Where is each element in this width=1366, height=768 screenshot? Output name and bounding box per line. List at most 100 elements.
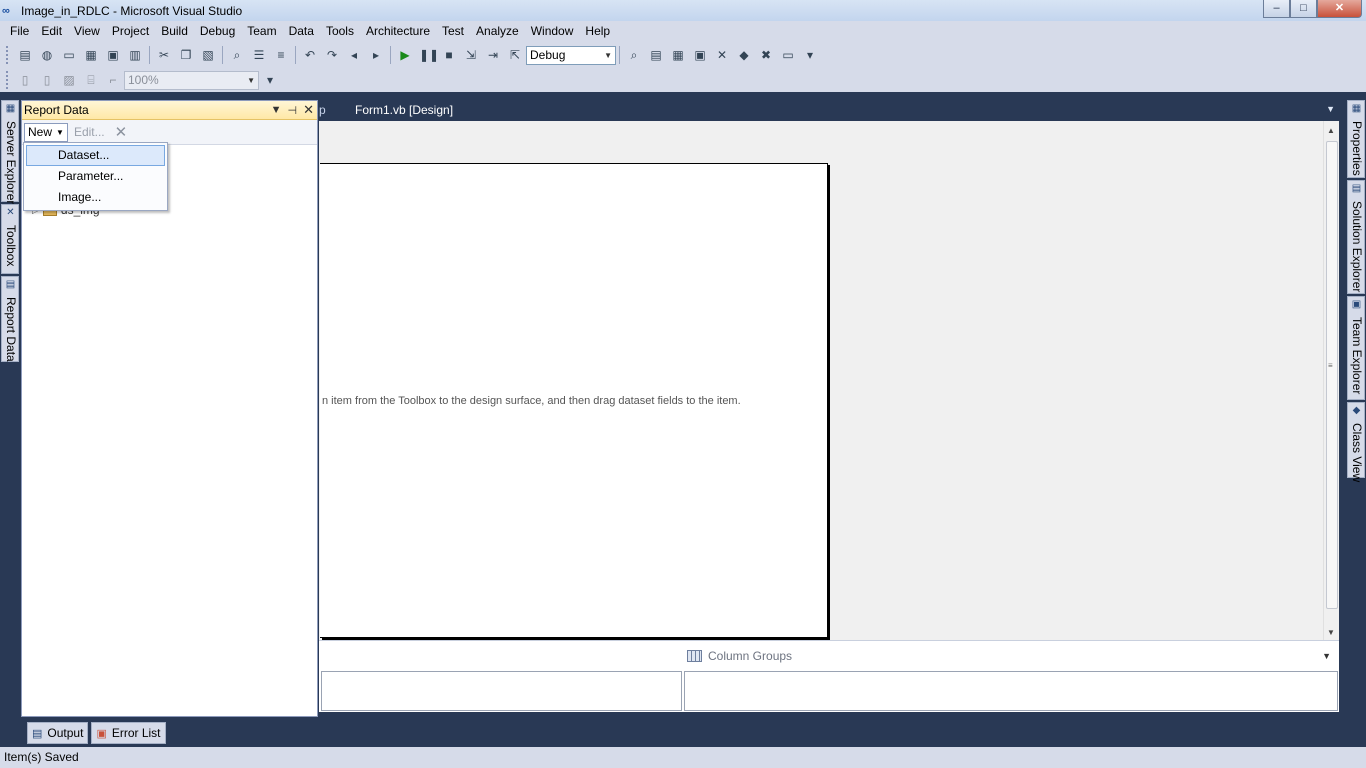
grouping-icon[interactable]: ⌸ xyxy=(83,72,99,88)
menu-test[interactable]: Test xyxy=(436,21,470,42)
menu-tools[interactable]: Tools xyxy=(320,21,360,42)
start-page-icon[interactable]: ▭ xyxy=(780,47,796,63)
grouping-pane: Column Groups ▼ xyxy=(319,640,1339,712)
tab-class-view[interactable]: ◆ Class View xyxy=(1347,402,1365,482)
menu-item-image[interactable]: Image... xyxy=(26,187,165,208)
tab-report-data[interactable]: ▤ Report Data xyxy=(1,276,19,362)
step-into-icon[interactable]: ⇲ xyxy=(463,47,479,63)
close-button[interactable]: ✕ xyxy=(1317,0,1362,18)
open-file-icon[interactable]: ▭ xyxy=(61,47,77,63)
grouping-options-icon[interactable]: ▼ xyxy=(1322,651,1331,661)
tab-output[interactable]: ▤ Output xyxy=(27,722,89,744)
pause-icon[interactable]: ❚❚ xyxy=(419,47,439,63)
document-tab-strip: p Form1.vb [Design] ▼ xyxy=(319,100,1345,121)
menu-window[interactable]: Window xyxy=(525,21,580,42)
tab-properties[interactable]: ▦ Properties xyxy=(1347,100,1365,178)
add-item-icon[interactable]: ▦ xyxy=(83,47,99,63)
undo-icon[interactable]: ↶ xyxy=(302,47,318,63)
toolbar-separator xyxy=(390,46,391,64)
vertical-scrollbar[interactable]: ▲ ≡ ▼ xyxy=(1323,121,1339,640)
class-view-icon[interactable]: ◆ xyxy=(736,47,752,63)
report-data-panel-header: Report Data ▼ ⊣ ✕ xyxy=(22,101,317,120)
row-groups-box[interactable] xyxy=(321,671,682,711)
solution-explorer-icon[interactable]: ▤ xyxy=(648,47,664,63)
step-over-icon[interactable]: ⇥ xyxy=(485,47,501,63)
menu-team[interactable]: Team xyxy=(241,21,282,42)
save-icon[interactable]: ▣ xyxy=(105,47,121,63)
menu-analyze[interactable]: Analyze xyxy=(470,21,525,42)
delete-icon[interactable]: ✕ xyxy=(115,123,128,141)
copy-icon[interactable]: ❐ xyxy=(178,47,194,63)
menu-architecture[interactable]: Architecture xyxy=(360,21,436,42)
scroll-down-icon[interactable]: ▼ xyxy=(1327,628,1335,637)
tab-error-list[interactable]: ▣ Error List xyxy=(91,722,166,744)
tab-server-explorer[interactable]: ▦ Server Explorer xyxy=(1,100,19,204)
new-project-icon[interactable]: ▤ xyxy=(17,47,33,63)
navigate-forward-icon[interactable]: ▸ xyxy=(368,47,384,63)
output-icon: ▤ xyxy=(32,727,43,740)
menu-view[interactable]: View xyxy=(68,21,106,42)
step-out-icon[interactable]: ⇱ xyxy=(507,47,523,63)
active-files-dropdown-icon[interactable]: ▼ xyxy=(1326,104,1335,114)
scroll-thumb[interactable] xyxy=(1326,141,1338,609)
comment-icon[interactable]: ☰ xyxy=(251,47,267,63)
menu-item-parameter[interactable]: Parameter... xyxy=(26,166,165,187)
cut-icon[interactable]: ✂ xyxy=(156,47,172,63)
ruler-icon[interactable]: ⌐ xyxy=(105,72,121,88)
status-bar: Item(s) Saved xyxy=(0,747,1366,768)
properties-icon[interactable]: ▦ xyxy=(670,47,686,63)
menu-file[interactable]: File xyxy=(4,21,35,42)
new-website-icon[interactable]: ◍ xyxy=(39,47,55,63)
tab-toolbox[interactable]: ✕ Toolbox xyxy=(1,204,19,274)
paste-icon[interactable]: ▧ xyxy=(200,47,216,63)
tab-team-explorer[interactable]: ▣ Team Explorer xyxy=(1347,296,1365,400)
menu-data[interactable]: Data xyxy=(283,21,320,42)
server-explorer-icon: ▦ xyxy=(5,103,16,114)
toolbox-icon[interactable]: ✕ xyxy=(714,47,730,63)
new-dropdown-menu: Dataset... Parameter... Image... xyxy=(23,142,168,211)
tab-form1-design[interactable]: Form1.vb [Design] xyxy=(355,103,453,117)
find-icon[interactable]: ⌕ xyxy=(229,47,245,63)
toolbar-options-icon[interactable]: ▾ xyxy=(262,72,278,88)
report-page-icon[interactable]: ▯ xyxy=(17,72,33,88)
menu-item-dataset[interactable]: Dataset... xyxy=(26,145,165,166)
uncomment-icon[interactable]: ≡ xyxy=(273,47,289,63)
redo-icon[interactable]: ↷ xyxy=(324,47,340,63)
save-all-icon[interactable]: ▥ xyxy=(127,47,143,63)
edit-button[interactable]: Edit... xyxy=(74,125,105,139)
navigate-back-icon[interactable]: ◂ xyxy=(346,47,362,63)
scroll-up-icon[interactable]: ▲ xyxy=(1327,126,1335,135)
scroll-grip-icon: ≡ xyxy=(1328,361,1333,370)
stop-icon[interactable]: ■ xyxy=(441,47,457,63)
menu-debug[interactable]: Debug xyxy=(194,21,241,42)
solution-configuration-dropdown[interactable]: Debug ▼ xyxy=(526,45,616,65)
menu-edit[interactable]: Edit xyxy=(35,21,68,42)
pin-icon[interactable]: ⊣ xyxy=(288,104,298,117)
toolbar-options-icon[interactable]: ▾ xyxy=(802,47,818,63)
chevron-down-icon: ▼ xyxy=(604,50,612,60)
menu-build[interactable]: Build xyxy=(155,21,194,42)
find-in-files-icon[interactable]: ⌕ xyxy=(626,47,642,63)
report-page-2-icon[interactable]: ▯ xyxy=(39,72,55,88)
maximize-button[interactable]: □ xyxy=(1290,0,1317,18)
new-button[interactable]: New ▼ xyxy=(24,122,68,142)
report-properties-icon[interactable]: ▨ xyxy=(61,72,77,88)
toolbar-separator xyxy=(619,46,620,64)
column-groups-box[interactable] xyxy=(684,671,1338,711)
close-icon[interactable]: ✕ xyxy=(303,102,314,118)
column-groups-label: Column Groups xyxy=(708,649,793,663)
menu-project[interactable]: Project xyxy=(106,21,155,42)
start-debugging-icon[interactable]: ▶ xyxy=(397,47,413,63)
toolbar-grip[interactable] xyxy=(6,46,10,64)
menu-help[interactable]: Help xyxy=(579,21,616,42)
object-browser-icon[interactable]: ▣ xyxy=(692,47,708,63)
tab-report-partial[interactable]: p xyxy=(319,103,326,117)
extension-manager-icon[interactable]: ✖ xyxy=(758,47,774,63)
tab-solution-explorer[interactable]: ▤ Solution Explorer xyxy=(1347,180,1365,294)
report-formatting-toolbar: ▯ ▯ ▨ ⌸ ⌐ 100% ▼ ▾ xyxy=(0,68,1366,92)
toolbar-grip[interactable] xyxy=(6,71,10,89)
zoom-dropdown[interactable]: 100% ▼ xyxy=(124,70,259,90)
toolbar-separator xyxy=(149,46,150,64)
window-position-icon[interactable]: ▼ xyxy=(271,104,282,116)
minimize-button[interactable]: – xyxy=(1263,0,1290,18)
